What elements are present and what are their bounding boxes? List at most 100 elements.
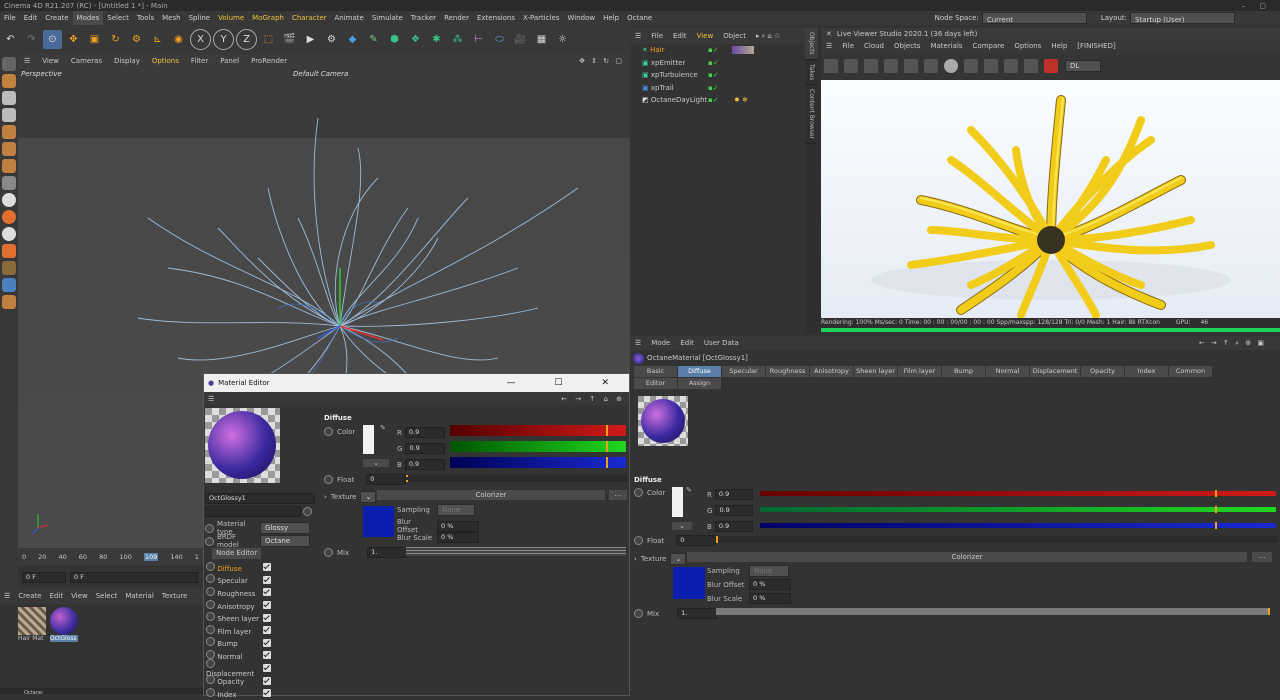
lock-icon[interactable] [2, 295, 16, 309]
menu-spline[interactable]: Spline [185, 11, 215, 25]
node-space-select[interactable]: Current (Standard/Physical) [981, 12, 1087, 38]
subdivision-icon[interactable]: ⬢ [385, 30, 404, 49]
visibility-check-icon[interactable]: ▪✓ [708, 94, 719, 107]
solo-icon[interactable] [2, 261, 16, 275]
me-color-swatch[interactable] [363, 425, 374, 454]
viewport-menu-filter[interactable]: Filter [185, 54, 214, 68]
lv-save-icon[interactable] [904, 59, 918, 73]
me-channel-anisotropy[interactable]: Anisotropy [204, 599, 274, 612]
am-color-swatch[interactable] [672, 487, 683, 517]
am-sampling-select[interactable]: None [749, 565, 789, 577]
me-channel-opacity[interactable]: Opacity [204, 674, 274, 687]
lv-menu-cloud[interactable]: Cloud [859, 39, 889, 53]
cube-icon[interactable]: ◆ [343, 30, 362, 49]
am-tab-basic[interactable]: Basic [634, 366, 677, 377]
me-g-slider[interactable] [450, 441, 626, 452]
am-tab-displacement[interactable]: Displacement [1030, 366, 1080, 377]
mm-menu-select[interactable]: Select [92, 592, 122, 600]
menu-character[interactable]: Character [288, 11, 331, 25]
snap-icon[interactable] [2, 193, 16, 207]
am-mix-field[interactable]: 1. [677, 608, 718, 619]
menu-tracker[interactable]: Tracker [407, 11, 440, 25]
visibility-check-icon[interactable]: ▪✓ [708, 69, 719, 82]
menu-volume[interactable]: Volume [214, 11, 248, 25]
am-menu-mode[interactable]: Mode [646, 339, 675, 347]
deformer-icon[interactable]: ✱ [427, 30, 446, 49]
render-picture-viewer-icon[interactable]: ▶ [301, 30, 320, 49]
om-search-icon[interactable]: ▸⌕⌂☆ [751, 28, 787, 44]
am-tab-opacity[interactable]: Opacity [1081, 366, 1124, 377]
object-row-xpemitter[interactable]: ▣ xpEmitter ▪✓ [630, 57, 805, 70]
me-channel-index-checkbox[interactable] [263, 689, 271, 698]
me-material-name-field[interactable]: OctGlossy1 [205, 493, 315, 504]
me-r-slider[interactable] [450, 425, 626, 436]
me-node-editor-button[interactable]: Node Editor [212, 548, 262, 559]
me-b-slider[interactable] [450, 457, 626, 468]
me-hamburger-icon[interactable]: ☰ [204, 395, 218, 403]
viewport-nav-icons[interactable]: ✥ ⇕ ↻ ▢ [573, 54, 630, 68]
recent-tools-icon[interactable]: ⚙ [127, 30, 146, 49]
am-r-slider[interactable] [760, 490, 1276, 497]
points-mode-icon[interactable] [2, 125, 16, 139]
camera-icon[interactable]: 🎥 [511, 30, 530, 49]
me-channel-displacement[interactable]: Displacement [204, 658, 274, 678]
mm-menu-edit[interactable]: Edit [46, 592, 68, 600]
sun-tag-icon[interactable]: ✹ ❄ [734, 94, 748, 107]
mm-menu-create[interactable]: Create [14, 592, 45, 600]
lv-light-icon[interactable] [1024, 59, 1038, 73]
grid-icon[interactable]: ▦ [532, 30, 551, 49]
object-row-xptrail[interactable]: ▣ xpTrail ▪✓ [630, 82, 805, 95]
mm-menu-material[interactable]: Material [121, 592, 157, 600]
menu-help[interactable]: Help [599, 11, 623, 25]
lv-menu-materials[interactable]: Materials [925, 39, 967, 53]
lv-menu-help[interactable]: Help [1046, 39, 1072, 53]
am-texture-dropdown[interactable]: ⌄ [670, 553, 687, 565]
am-b-field[interactable]: 0.9 [714, 521, 753, 532]
viewport-menu-cameras[interactable]: Cameras [65, 54, 108, 68]
am-tab-diffuse[interactable]: Diffuse [678, 366, 721, 377]
lv-pause-icon[interactable] [864, 59, 878, 73]
magnet-icon[interactable] [2, 244, 16, 258]
viewport-menu-prorender[interactable]: ProRender [245, 54, 293, 68]
me-mix-field[interactable]: 1. [367, 547, 408, 558]
me-color-anim-toggle[interactable] [324, 427, 333, 436]
material-tag-icon[interactable] [732, 46, 754, 54]
me-float-anim-toggle[interactable] [324, 475, 333, 484]
menu-modes[interactable]: Modes [72, 11, 104, 25]
me-brdf-anim-toggle[interactable] [205, 536, 214, 546]
me-b-field[interactable]: 0.9 [404, 459, 445, 470]
menu-x-particles[interactable]: X-Particles [519, 11, 563, 25]
scale-icon[interactable]: ▣ [85, 30, 104, 49]
am-blur-offset-field[interactable]: 0 % [749, 579, 791, 590]
am-tab-film-layer[interactable]: Film layer [898, 366, 941, 377]
me-channel-bump[interactable]: Bump [204, 637, 274, 650]
timeline[interactable]: 0 20 40 60 80 100 109 140 1 0 F 0 F [18, 548, 203, 588]
visibility-check-icon[interactable]: ▪✓ [708, 57, 719, 70]
mm-menu-texture[interactable]: Texture [158, 592, 192, 600]
side-tab-objects[interactable]: Objects [805, 28, 818, 60]
material-manager-hamburger-icon[interactable]: ☰ [0, 592, 14, 600]
me-channel-roughness-checkbox[interactable] [263, 588, 271, 597]
x-axis-icon[interactable]: X [190, 29, 211, 50]
object-mode-icon[interactable]: ◉ [169, 30, 188, 49]
material-editor-window-controls[interactable]: — ☐ ✕ [507, 378, 629, 388]
me-material-pick-icon[interactable] [303, 507, 312, 516]
array-icon[interactable]: ❖ [406, 30, 425, 49]
menu-window[interactable]: Window [563, 11, 599, 25]
am-mix-anim-toggle[interactable] [634, 609, 643, 618]
om-menu-object[interactable]: Object [718, 28, 751, 44]
am-tab-index[interactable]: Index [1125, 366, 1168, 377]
live-selection-icon[interactable]: ⊙ [43, 30, 62, 49]
me-material-type-anim-toggle[interactable] [205, 523, 214, 533]
object-row-octanedaylight[interactable]: ◩ OctaneDayLight ▪✓ ✹ ❄ [630, 94, 805, 107]
menu-create[interactable]: Create [41, 11, 72, 25]
lv-frame-icon[interactable] [984, 59, 998, 73]
me-channel-anisotropy-checkbox[interactable] [263, 601, 271, 610]
lv-hamburger-icon[interactable]: ☰ [821, 39, 837, 53]
menu-simulate[interactable]: Simulate [368, 11, 407, 25]
axis-mode-icon[interactable] [2, 176, 16, 190]
am-menu-user-data[interactable]: User Data [699, 339, 744, 347]
me-channel-diffuse-checkbox[interactable] [263, 563, 271, 572]
menu-tools[interactable]: Tools [133, 11, 158, 25]
me-brdf-select[interactable]: Octane [260, 535, 310, 547]
